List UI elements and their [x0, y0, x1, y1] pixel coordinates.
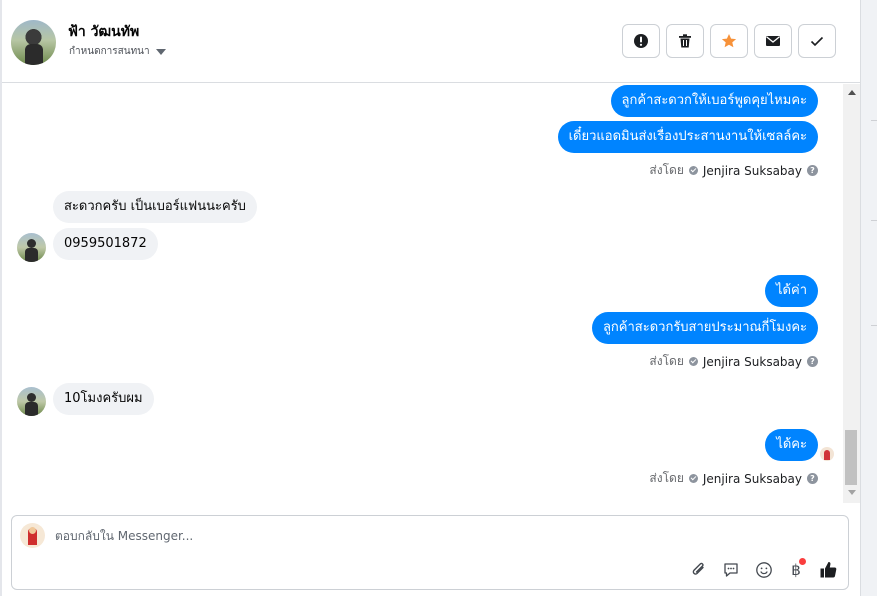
contact-avatar[interactable] — [11, 20, 56, 65]
caret-down-icon — [155, 49, 166, 55]
messenger-inbox: ฟ้า วัฒนทัพ กำหนดการสนทนา ลูกค้าสะดวกให้… — [0, 0, 877, 596]
paperclip-icon — [692, 562, 704, 575]
assign-label: กำหนดการสนทนา — [69, 46, 150, 57]
sent-by-label: ส่งโดย — [649, 471, 684, 485]
star-button[interactable] — [710, 24, 748, 58]
payment-button[interactable]: ฿ — [785, 558, 807, 581]
reply-input[interactable] — [55, 529, 655, 543]
sent-by-label: ส่งโดย — [649, 163, 684, 177]
incoming-message[interactable]: สะดวกครับ เป็นเบอร์แฟนนะครับ — [53, 191, 257, 223]
outgoing-message[interactable]: ได้ค่า — [765, 275, 818, 307]
contact-name[interactable]: ฟ้า วัฒนทัพ — [68, 21, 139, 43]
help-icon[interactable]: ? — [807, 165, 818, 176]
panel-divider — [871, 220, 877, 221]
outgoing-message[interactable]: เดี๋ยวแอดมินส่งเรื่องประสานงานให้เซลล์คะ — [557, 121, 818, 153]
agent-name[interactable]: Jenjira Suksabay — [703, 472, 802, 486]
agent-name[interactable]: Jenjira Suksabay — [703, 355, 802, 369]
scroll-up-arrow-icon[interactable] — [848, 90, 856, 95]
attach-file-button[interactable] — [688, 559, 710, 581]
incoming-message[interactable]: 10โมงครับผม — [53, 383, 154, 415]
panel-divider — [871, 325, 877, 326]
scroll-down-arrow-icon[interactable] — [848, 490, 856, 495]
envelope-icon — [766, 36, 780, 46]
scroll-thumb[interactable] — [845, 430, 857, 485]
thumbs-up-icon — [820, 562, 837, 578]
customer-avatar[interactable] — [17, 233, 46, 262]
reply-composer: ฿ — [11, 515, 849, 590]
check-circle-icon — [688, 474, 698, 483]
outgoing-message[interactable]: ได้คะ — [765, 429, 818, 461]
exclamation-icon — [634, 34, 648, 48]
mark-done-button[interactable] — [798, 24, 836, 58]
emoji-icon — [756, 562, 772, 578]
emoji-button[interactable] — [753, 559, 775, 581]
notification-dot — [799, 558, 806, 565]
saved-reply-button[interactable] — [720, 559, 742, 581]
star-icon — [721, 34, 737, 48]
report-spam-button[interactable] — [622, 24, 660, 58]
check-circle-icon — [688, 166, 698, 175]
page-avatar — [20, 523, 45, 548]
sent-by-info: ส่งโดย Jenjira Suksabay ? — [649, 352, 818, 371]
outgoing-message[interactable]: ลูกค้าสะดวกให้เบอร์พูดคุยไหมคะ — [610, 85, 818, 117]
incoming-message[interactable]: 0959501872 — [53, 228, 158, 260]
help-icon[interactable]: ? — [807, 473, 818, 484]
check-circle-icon — [688, 357, 698, 366]
trash-icon — [679, 34, 691, 48]
sent-by-label: ส่งโดย — [649, 354, 684, 368]
outgoing-message[interactable]: ลูกค้าสะดวกรับสายประมาณกี่โมงคะ — [591, 312, 818, 344]
thread-scrollbar[interactable] — [843, 84, 860, 503]
panel-divider — [871, 120, 877, 121]
delete-button[interactable] — [666, 24, 704, 58]
agent-name[interactable]: Jenjira Suksabay — [703, 164, 802, 178]
mark-unread-button[interactable] — [754, 24, 792, 58]
customer-avatar[interactable] — [17, 387, 46, 416]
sent-by-info: ส่งโดย Jenjira Suksabay ? — [649, 161, 818, 180]
assign-conversation-dropdown[interactable]: กำหนดการสนทนา — [69, 44, 166, 59]
sent-by-info: ส่งโดย Jenjira Suksabay ? — [649, 469, 818, 488]
right-panel-edge — [860, 0, 877, 596]
read-receipt-avatar — [820, 447, 834, 461]
checkmark-icon — [810, 36, 824, 47]
saved-reply-icon — [724, 563, 738, 577]
help-icon[interactable]: ? — [807, 356, 818, 367]
message-thread[interactable]: ลูกค้าสะดวกให้เบอร์พูดคุยไหมคะ เดี๋ยวแอด… — [2, 84, 860, 507]
like-button[interactable] — [818, 559, 840, 581]
conversation-header: ฟ้า วัฒนทัพ กำหนดการสนทนา — [2, 0, 860, 83]
header-actions — [622, 24, 836, 58]
